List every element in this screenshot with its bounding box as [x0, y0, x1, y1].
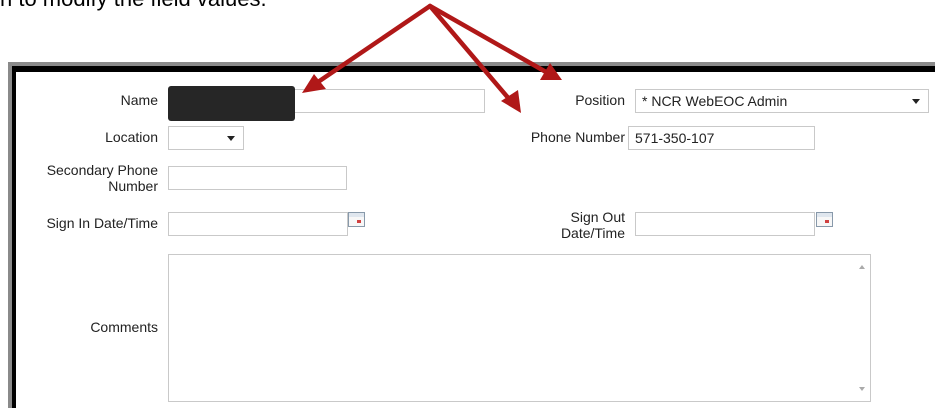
arrow-to-position-line	[427, 3, 549, 75]
arrow-to-name-line	[315, 3, 433, 85]
arrow-to-phone-line	[427, 3, 513, 103]
annotation-arrows	[302, 3, 562, 113]
